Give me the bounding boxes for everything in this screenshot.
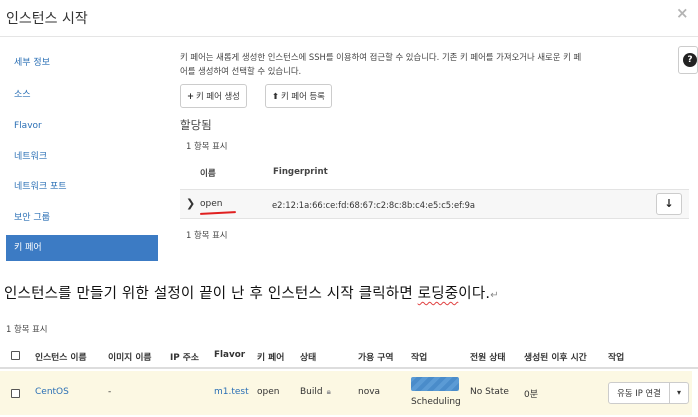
wizard-sidebar: 세부 정보 소스 Flavor 네트워크 네트워크 포트 보안 그룹 키 페어 bbox=[0, 44, 158, 268]
caption-text: 인스턴스를 만들기 위한 설정이 끝이 난 후 인스턴스 시작 클릭하면 로딩중… bbox=[4, 282, 499, 303]
allocated-count: 1 항목 표시 bbox=[186, 141, 228, 151]
power-state-value: No State bbox=[470, 387, 509, 397]
column-fingerprint: Fingerprint bbox=[273, 167, 328, 177]
instances-table-header: 인스턴스 이름 이미지 이름 IP 주소 Flavor 키 페어 상태 가용 구… bbox=[0, 341, 698, 369]
th-ip-address[interactable]: IP 주소 bbox=[170, 350, 199, 363]
deallocate-arrow-down-button[interactable]: ↓ bbox=[656, 193, 682, 215]
age-value: 0분 bbox=[524, 390, 539, 400]
description-line-1: 키 페어는 새롭게 생성한 인스턴스에 SSH를 이용하여 접근할 수 있습니다… bbox=[180, 52, 582, 62]
caption-main: 인스턴스를 만들기 위한 설정이 끝이 난 후 인스턴스 시작 클릭하면 bbox=[4, 286, 418, 302]
task-value: Scheduling bbox=[411, 397, 461, 407]
th-availability-zone[interactable]: 가용 구역 bbox=[358, 350, 393, 363]
select-all-checkbox[interactable] bbox=[11, 351, 20, 360]
key-pair-row: ❯ open e2:12:1a:66:ce:fd:68:67:c2:8c:8b:… bbox=[180, 189, 689, 219]
th-actions: 작업 bbox=[608, 353, 625, 363]
task-progress-bar bbox=[411, 377, 459, 391]
help-button[interactable]: ? bbox=[678, 46, 698, 74]
question-icon: ? bbox=[683, 53, 697, 67]
allocated-count-bottom: 1 항목 표시 bbox=[186, 230, 228, 240]
upload-icon: ⬆ bbox=[272, 91, 280, 101]
import-key-pair-button[interactable]: ⬆ 키 페어 등록 bbox=[265, 84, 332, 108]
caption-highlight: 로딩중 bbox=[417, 286, 459, 302]
key-pair-fingerprint: e2:12:1a:66:ce:fd:68:67:c2:8c:8b:c4:e5:c… bbox=[272, 200, 476, 210]
th-status[interactable]: 상태 bbox=[300, 350, 316, 363]
key-pair-name: open bbox=[200, 199, 223, 209]
status-cell: Build 🔒︎ bbox=[300, 387, 331, 397]
sidebar-item-key-pair[interactable]: 키 페어 bbox=[6, 235, 158, 261]
chevron-right-icon[interactable]: ❯ bbox=[186, 197, 195, 210]
create-key-pair-button[interactable]: + 키 페어 생성 bbox=[180, 84, 247, 108]
th-image-name[interactable]: 이미지 이름 bbox=[108, 350, 152, 363]
sidebar-item-security-groups[interactable]: 보안 그룹 bbox=[6, 205, 158, 231]
availability-zone-value: nova bbox=[358, 387, 381, 397]
return-mark-icon: ↵ bbox=[490, 290, 499, 301]
associate-floating-ip-button[interactable]: 유동 IP 연결 bbox=[608, 382, 670, 404]
sidebar-item-network[interactable]: 네트워크 bbox=[6, 144, 158, 170]
sidebar-item-network-ports[interactable]: 네트워크 포트 bbox=[6, 174, 158, 200]
red-annotation-underline bbox=[199, 211, 237, 215]
row-checkbox[interactable] bbox=[11, 389, 20, 398]
sidebar-item-flavor[interactable]: Flavor bbox=[6, 113, 158, 139]
flavor-link[interactable]: m1.test bbox=[214, 387, 249, 397]
th-power-state[interactable]: 전원 상태 bbox=[470, 350, 505, 363]
modal-title: 인스턴스 시작 bbox=[6, 11, 88, 27]
description-line-2: 어를 생성하여 선택할 수 있습니다. bbox=[180, 66, 302, 76]
status-value: Build bbox=[300, 387, 323, 397]
instances-count: 1 항목 표시 bbox=[6, 324, 48, 334]
th-instance-name[interactable]: 인스턴스 이름 bbox=[35, 350, 87, 363]
plus-icon: + bbox=[187, 91, 195, 101]
sidebar-item-details[interactable]: 세부 정보 bbox=[6, 50, 158, 76]
table-row: CentOS - m1.test open Build 🔒︎ nova Sched… bbox=[0, 371, 692, 415]
caption-tail: 이다. bbox=[458, 286, 491, 302]
modal-divider bbox=[0, 36, 698, 37]
instance-name-link[interactable]: CentOS bbox=[35, 387, 69, 397]
column-name: 이름 bbox=[200, 169, 216, 179]
th-task[interactable]: 작업 bbox=[411, 350, 427, 363]
allocated-title: 할당됨 bbox=[180, 118, 212, 132]
sidebar-item-source[interactable]: 소스 bbox=[6, 82, 158, 108]
lock-icon: 🔒︎ bbox=[326, 387, 331, 396]
actions-dropdown-caret[interactable]: ▾ bbox=[669, 382, 689, 404]
th-flavor[interactable]: Flavor bbox=[214, 350, 245, 360]
image-name: - bbox=[108, 387, 112, 397]
launch-instance-modal: 인스턴스 시작 × 세부 정보 소스 Flavor 네트워크 네트워크 포트 보… bbox=[0, 0, 698, 268]
th-key-pair[interactable]: 키 페어 bbox=[257, 350, 284, 363]
import-key-pair-label: 키 페어 등록 bbox=[281, 91, 325, 101]
th-age[interactable]: 생성된 이후 시간 bbox=[524, 350, 587, 363]
key-pair-value: open bbox=[257, 387, 280, 397]
close-icon[interactable]: × bbox=[676, 6, 689, 21]
create-key-pair-label: 키 페어 생성 bbox=[196, 91, 240, 101]
key-pair-description: 키 페어는 새롭게 생성한 인스턴스에 SSH를 이용하여 접근할 수 있습니다… bbox=[180, 50, 680, 78]
